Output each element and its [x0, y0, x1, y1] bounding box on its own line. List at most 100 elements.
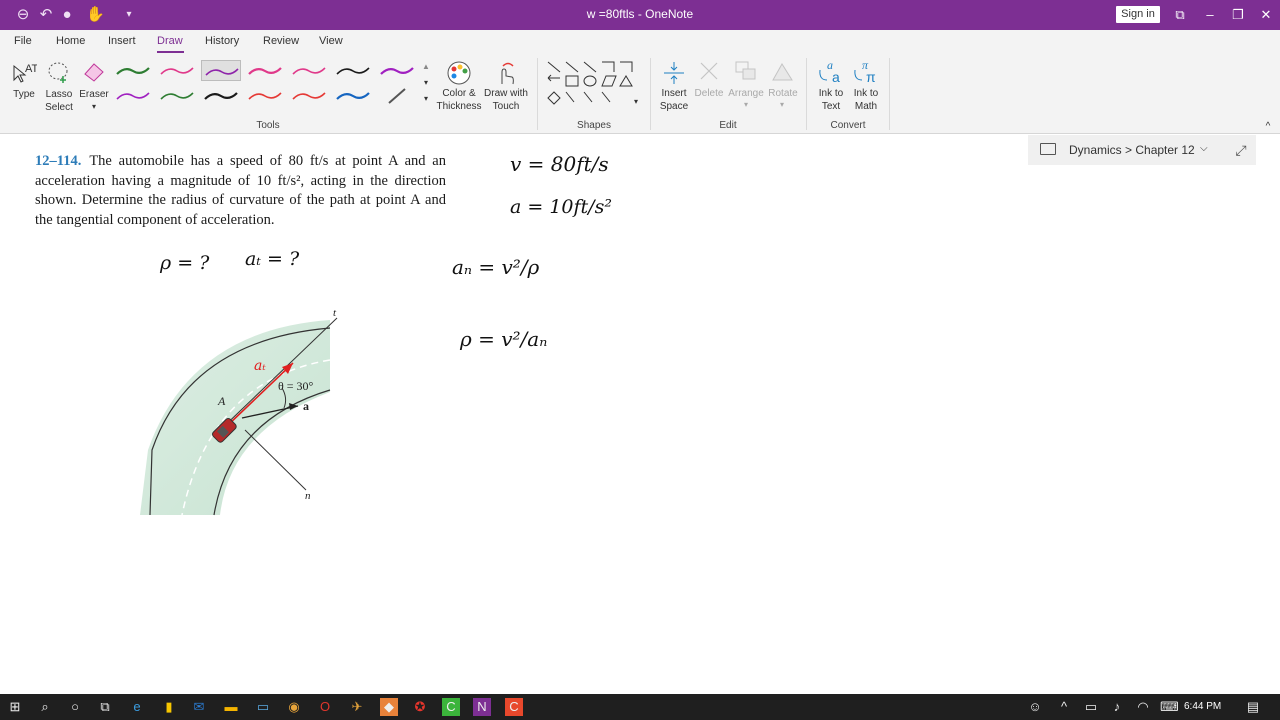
- gallery-up-icon[interactable]: ▲: [420, 60, 432, 73]
- pen-swatch[interactable]: [289, 60, 329, 81]
- pen-swatch[interactable]: [157, 85, 197, 106]
- onenote-icon[interactable]: N: [473, 698, 491, 716]
- tab-insert[interactable]: Insert: [108, 35, 136, 47]
- draw-touch-icon: [501, 62, 514, 85]
- delete-button[interactable]: Delete: [692, 87, 726, 100]
- wifi-icon[interactable]: ◠: [1134, 698, 1152, 716]
- tab-draw[interactable]: Draw: [157, 35, 183, 47]
- svg-text:AT: AT: [25, 63, 37, 75]
- restore-icon[interactable]: ❐: [1228, 5, 1248, 25]
- pen-swatch[interactable]: [333, 60, 373, 81]
- pen-swatch[interactable]: [201, 85, 241, 106]
- svg-text:π: π: [866, 69, 876, 85]
- ribbon-separator: [537, 58, 538, 130]
- eraser-icon: [84, 63, 104, 82]
- battery-icon[interactable]: ▭: [1082, 698, 1100, 716]
- pen-swatch[interactable]: [333, 85, 373, 106]
- chevron-down-icon[interactable]: ⌵: [1200, 143, 1208, 154]
- ink-at-label: aₜ: [254, 358, 266, 374]
- notification-icon[interactable]: ▤: [1244, 698, 1262, 716]
- active-tab-indicator: [157, 51, 184, 53]
- app-icon[interactable]: C: [442, 698, 460, 716]
- window-title: w =80ftls - OneNote: [586, 7, 694, 21]
- app-icon[interactable]: ◆: [380, 698, 398, 716]
- task-view-icon[interactable]: ⧉: [96, 698, 114, 716]
- photos-icon[interactable]: ▭: [254, 698, 272, 716]
- pen-swatch[interactable]: [113, 60, 153, 81]
- sign-in-button[interactable]: Sign in: [1116, 6, 1160, 23]
- problem-figure: t n a A θ = 30° aₜ: [140, 307, 338, 516]
- fullscreen-icon[interactable]: ⧉: [1170, 5, 1190, 25]
- keyboard-icon[interactable]: ⌨: [1160, 698, 1179, 716]
- ink-normal-accel-eq: aₙ = v²/ρ: [452, 255, 540, 279]
- pen-swatch[interactable]: [245, 85, 285, 106]
- convert-group-label: Convert: [830, 120, 866, 131]
- mail-icon[interactable]: ✉: [190, 698, 208, 716]
- color-thickness-button[interactable]: Color & Thickness: [434, 87, 484, 113]
- tab-home[interactable]: Home: [56, 35, 85, 47]
- ink-to-text-button[interactable]: Ink to Text: [814, 87, 848, 113]
- point-a-label: A: [217, 394, 226, 408]
- arrange-dropdown-icon: ▾: [743, 100, 748, 109]
- app-icon[interactable]: C: [505, 698, 523, 716]
- svg-text:▾: ▾: [634, 97, 638, 106]
- ink-to-math-button[interactable]: Ink to Math: [849, 87, 883, 113]
- ink-rho-eq: ρ = v²/aₙ: [460, 327, 548, 351]
- pen-swatch[interactable]: [201, 60, 241, 81]
- pen-swatch[interactable]: [377, 85, 417, 106]
- explorer-icon[interactable]: ▬: [222, 698, 240, 716]
- problem-text: The automobile has a speed of 80 ft/s at…: [35, 153, 446, 228]
- eraser-dropdown-icon[interactable]: ▾: [88, 100, 100, 113]
- a-vector-label: a: [303, 399, 309, 413]
- ribbon-tabs: File Home Insert Draw History Review Vie…: [0, 30, 1280, 54]
- taskbar: ⊞ ⌕ ○ ⧉ e ▮ ✉ ▬ ▭ ◉ O ✈ ◆ ✪ C N C ☺ ^ ▭ …: [0, 694, 1280, 720]
- pen-swatch[interactable]: [289, 85, 329, 106]
- opera-icon[interactable]: O: [316, 698, 334, 716]
- breadcrumb[interactable]: Dynamics > Chapter 12 ⌵: [1028, 135, 1256, 165]
- pen-swatch[interactable]: [245, 60, 285, 81]
- pen-swatch[interactable]: [377, 60, 417, 81]
- lasso-icon: [48, 62, 68, 83]
- expand-icon[interactable]: ⤢: [1228, 138, 1254, 162]
- theta-label: θ = 30°: [278, 379, 314, 393]
- chevron-up-icon[interactable]: ^: [1055, 698, 1073, 716]
- pen-swatch[interactable]: [113, 85, 153, 106]
- type-button[interactable]: Type: [8, 88, 40, 101]
- pen-swatch[interactable]: [157, 60, 197, 81]
- cortana-icon[interactable]: ○: [66, 698, 84, 716]
- type-icon: AT: [13, 63, 37, 83]
- insert-space-icon: [664, 62, 684, 84]
- sticky-icon[interactable]: ▮: [160, 698, 178, 716]
- collapse-ribbon-icon[interactable]: ^: [1262, 120, 1274, 133]
- gallery-down-icon[interactable]: ▾: [420, 76, 432, 89]
- volume-icon[interactable]: ♪: [1108, 698, 1126, 716]
- lasso-select-button[interactable]: Lasso Select: [40, 88, 78, 114]
- ink-to-math-icon: π π: [854, 58, 876, 85]
- people-icon[interactable]: ☺: [1026, 698, 1044, 716]
- tab-file[interactable]: File: [14, 35, 32, 47]
- insert-space-button[interactable]: Insert Space: [656, 87, 692, 113]
- gallery-more-icon[interactable]: ▾: [420, 92, 432, 105]
- ink-acceleration: a = 10ft/s²: [510, 196, 612, 218]
- edge-icon[interactable]: e: [128, 698, 146, 716]
- tab-history[interactable]: History: [205, 35, 239, 47]
- app-icon[interactable]: ✈: [348, 698, 366, 716]
- problem-number: 12–114.: [35, 153, 82, 169]
- tab-review[interactable]: Review: [263, 35, 299, 47]
- app-icon[interactable]: ✪: [411, 698, 429, 716]
- chrome-icon[interactable]: ◉: [285, 698, 303, 716]
- edit-group-label: Edit: [719, 120, 737, 131]
- t-axis-label: t: [333, 307, 337, 319]
- tab-view[interactable]: View: [319, 35, 343, 47]
- shapes-gallery[interactable]: ▾: [544, 58, 642, 112]
- minimize-icon[interactable]: –: [1200, 5, 1220, 25]
- close-icon[interactable]: ✕: [1256, 5, 1276, 25]
- svg-text:a: a: [832, 69, 840, 85]
- clock[interactable]: 6:44 PM: [1184, 701, 1221, 712]
- rotate-icon: [772, 63, 793, 81]
- windows-start-icon[interactable]: ⊞: [6, 698, 24, 716]
- search-icon[interactable]: ⌕: [36, 698, 54, 716]
- ink-at-question: aₜ = ?: [245, 248, 300, 270]
- draw-with-touch-button[interactable]: Draw with Touch: [482, 87, 530, 113]
- palette-icon: [447, 61, 471, 85]
